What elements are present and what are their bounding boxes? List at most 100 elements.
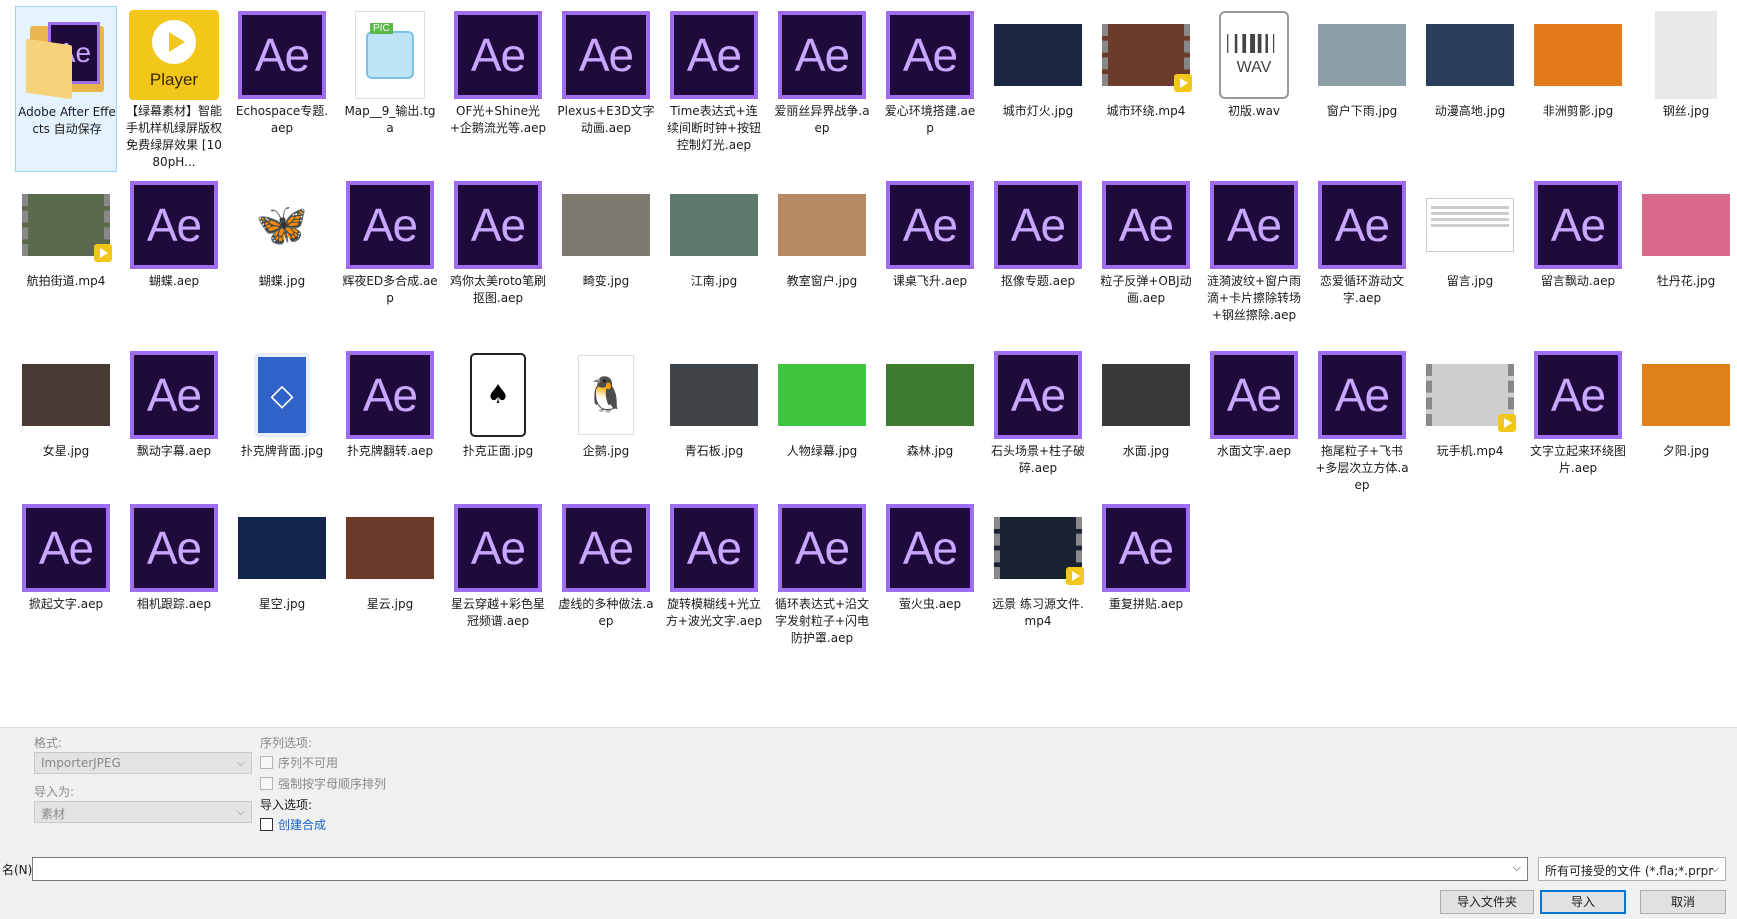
file-item[interactable]: ◇ 扑克牌背面.jpg (231, 346, 333, 512)
file-item[interactable]: 星云.jpg (339, 499, 441, 665)
file-item[interactable]: Ae 蝴蝶.aep (123, 176, 225, 342)
file-item[interactable]: 森林.jpg (879, 346, 981, 512)
file-item[interactable]: Ae 辉夜ED多合成.aep (339, 176, 441, 342)
import-as-label: 导入为: (34, 785, 75, 799)
ae-project-icon: Ae (130, 351, 218, 439)
file-item[interactable]: Ae 旋转模糊线+光立方+波光文字.aep (663, 499, 765, 665)
file-thumbnail: Ae (129, 350, 219, 440)
ae-icon-text: Ae (1322, 355, 1402, 435)
file-item[interactable]: 江南.jpg (663, 176, 765, 342)
file-item[interactable]: Ae Adobe After Effects 自动保存 (15, 6, 117, 172)
file-thumbnail: Ae (1101, 180, 1191, 270)
file-name: 【绿幕素材】智能手机样机绿屏版权免费绿屏效果 [1080pH... (125, 104, 222, 169)
file-name: 爱丽丝异界战争.aep (774, 104, 870, 135)
file-name: 蝴蝶.jpg (258, 274, 306, 288)
file-item[interactable]: 留言.jpg (1419, 176, 1521, 342)
file-item[interactable]: Ae 循环表达式+沿文字发射粒子+闪电防护罩.aep (771, 499, 873, 665)
file-item[interactable]: Ae 石头场景+柱子破碎.aep (987, 346, 1089, 512)
file-item[interactable]: 🦋 蝴蝶.jpg (231, 176, 333, 342)
format-select[interactable]: ImporterJPEG ⌵ (34, 752, 252, 774)
ae-icon-text: Ae (1214, 185, 1294, 265)
ae-project-icon: Ae (346, 351, 434, 439)
file-item[interactable]: Ae 恋爱循环游动文字.aep (1311, 176, 1413, 342)
file-thumbnail: Ae (885, 10, 975, 100)
checkbox-box (260, 818, 273, 831)
file-item[interactable]: Ae 抠像专题.aep (987, 176, 1089, 342)
penguin-image: 🐧 (578, 355, 634, 435)
file-item[interactable]: Ae 飘动字幕.aep (123, 346, 225, 512)
file-item[interactable]: 人物绿幕.jpg (771, 346, 873, 512)
file-name: 动漫高地.jpg (1434, 104, 1506, 118)
file-name: 水面.jpg (1122, 444, 1170, 458)
file-item[interactable]: 女星.jpg (15, 346, 117, 512)
file-item[interactable]: Ae 相机跟踪.aep (123, 499, 225, 665)
file-type-filter[interactable]: 所有可接受的文件 (*.fla;*.prpr ⌵ (1538, 857, 1726, 881)
checkbox-box (260, 756, 273, 769)
file-item[interactable]: 动漫高地.jpg (1419, 6, 1521, 172)
file-item[interactable]: Ae 掀起文字.aep (15, 499, 117, 665)
file-item[interactable]: Ae 扑克牌翻转.aep (339, 346, 441, 512)
file-item[interactable]: Ae 爱心环境搭建.aep (879, 6, 981, 172)
file-thumbnail: ▏▎▍▌▍▎▏ WAV (1209, 10, 1299, 100)
file-item[interactable]: Ae 文字立起来环绕图片.aep (1527, 346, 1629, 512)
file-item[interactable]: Ae 涟漪波纹+窗户雨滴+卡片擦除转场+钢丝擦除.aep (1203, 176, 1305, 342)
file-item[interactable]: 🐧 企鹅.jpg (555, 346, 657, 512)
file-item[interactable]: Ae Echospace专题.aep (231, 6, 333, 172)
file-item[interactable]: 非洲剪影.jpg (1527, 6, 1629, 172)
file-item[interactable]: Ae 课桌飞升.aep (879, 176, 981, 342)
image-thumbnail (670, 194, 758, 256)
file-item[interactable]: Ae 拖尾粒子+飞书+多层次立方体.aep (1311, 346, 1413, 512)
file-item[interactable]: Ae Time表达式+连续间断时钟+按钮控制灯光.aep (663, 6, 765, 172)
file-item[interactable]: 航拍街道.mp4 (15, 176, 117, 342)
file-item[interactable]: Ae Plexus+E3D文字动画.aep (555, 6, 657, 172)
file-item[interactable]: Ae 星云穿越+彩色星冠频谱.aep (447, 499, 549, 665)
file-item[interactable]: Ae 水面文字.aep (1203, 346, 1305, 512)
file-item[interactable]: Ae 粒子反弹+OBJ动画.aep (1095, 176, 1197, 342)
file-item[interactable]: Ae 留言飘动.aep (1527, 176, 1629, 342)
import-options-panel: 格式: ImporterJPEG ⌵ 导入为: 素材 ⌵ 序列选项: 序列不可用… (0, 727, 1737, 919)
file-item[interactable]: 城市灯火.jpg (987, 6, 1089, 172)
file-item[interactable]: 钢丝.jpg (1635, 6, 1737, 172)
file-item[interactable]: Ae 鸡你太美roto笔刷抠图.aep (447, 176, 549, 342)
ae-icon-text: Ae (134, 355, 214, 435)
file-name: 飘动字幕.aep (136, 444, 212, 458)
file-item[interactable]: Ae OF光+Shine光+企鹅流光等.aep (447, 6, 549, 172)
file-item[interactable]: 教室窗户.jpg (771, 176, 873, 342)
cancel-button[interactable]: 取消 (1640, 890, 1726, 914)
file-thumbnail: Ae (777, 10, 867, 100)
file-item[interactable]: Ae 虚线的多种做法.aep (555, 499, 657, 665)
file-item[interactable]: 牡丹花.jpg (1635, 176, 1737, 342)
create-composition-checkbox[interactable]: 创建合成 (260, 816, 326, 833)
file-item[interactable]: PIC Map__9_输出.tga (339, 6, 441, 172)
file-item[interactable]: 畸变.jpg (555, 176, 657, 342)
filename-input[interactable]: ⌵ (32, 857, 1528, 881)
file-name: 教室窗户.jpg (786, 274, 858, 288)
file-item[interactable]: ♠ 扑克正面.jpg (447, 346, 549, 512)
import-button[interactable]: 导入 (1540, 890, 1626, 914)
file-name: 留言.jpg (1446, 274, 1494, 288)
file-name: 循环表达式+沿文字发射粒子+闪电防护罩.aep (774, 597, 870, 645)
file-thumbnail: Ae (237, 10, 327, 100)
checkbox-box (260, 777, 273, 790)
file-item[interactable]: 窗户下雨.jpg (1311, 6, 1413, 172)
force-alphabetical-checkbox[interactable]: 强制按字母顺序排列 (260, 775, 386, 792)
file-item[interactable]: 夕阳.jpg (1635, 346, 1737, 512)
file-item[interactable]: 星空.jpg (231, 499, 333, 665)
file-thumbnail: Ae (1101, 503, 1191, 593)
file-name: 辉夜ED多合成.aep (342, 274, 438, 305)
import-folder-button[interactable]: 导入文件夹 (1440, 890, 1534, 914)
file-item[interactable]: Ae 重复拼贴.aep (1095, 499, 1197, 665)
import-as-select[interactable]: 素材 ⌵ (34, 801, 252, 823)
file-item[interactable]: 青石板.jpg (663, 346, 765, 512)
file-item[interactable]: 远景 练习源文件.mp4 (987, 499, 1089, 665)
file-thumbnail: Ae (345, 180, 435, 270)
sequence-unavailable-checkbox[interactable]: 序列不可用 (260, 754, 338, 771)
file-item[interactable]: 玩手机.mp4 (1419, 346, 1521, 512)
ae-project-icon: Ae (346, 181, 434, 269)
file-item[interactable]: 城市环绕.mp4 (1095, 6, 1197, 172)
file-item[interactable]: Player 【绿幕素材】智能手机样机绿屏版权免费绿屏效果 [1080pH... (123, 6, 225, 172)
file-item[interactable]: ▏▎▍▌▍▎▏ WAV 初版.wav (1203, 6, 1305, 172)
file-item[interactable]: Ae 萤火虫.aep (879, 499, 981, 665)
file-item[interactable]: 水面.jpg (1095, 346, 1197, 512)
file-item[interactable]: Ae 爱丽丝异界战争.aep (771, 6, 873, 172)
